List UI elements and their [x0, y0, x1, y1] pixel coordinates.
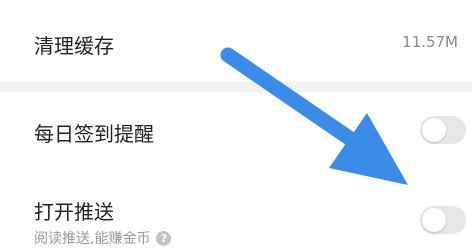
- enable-push-row: 打开推送 阅读推送,能赚金币 ?: [0, 174, 472, 248]
- section-divider: [0, 82, 472, 92]
- clear-cache-row[interactable]: 清理缓存 11.57M: [0, 0, 472, 82]
- daily-signin-reminder-label: 每日签到提醒: [34, 122, 154, 146]
- daily-signin-reminder-row: 每日签到提醒: [0, 92, 472, 174]
- question-circle-icon[interactable]: ?: [156, 230, 172, 246]
- clear-cache-label: 清理缓存: [34, 34, 114, 58]
- enable-push-description: 阅读推送,能赚金币 ?: [34, 228, 172, 248]
- toggle-knob: [422, 208, 446, 232]
- enable-push-label: 打开推送: [34, 200, 114, 224]
- toggle-knob: [422, 118, 446, 142]
- enable-push-sub-label: 阅读推送,能赚金币: [34, 231, 151, 247]
- daily-signin-reminder-toggle[interactable]: [420, 116, 466, 144]
- enable-push-toggle[interactable]: [420, 206, 466, 234]
- cache-size-value: 11.57M: [402, 33, 458, 51]
